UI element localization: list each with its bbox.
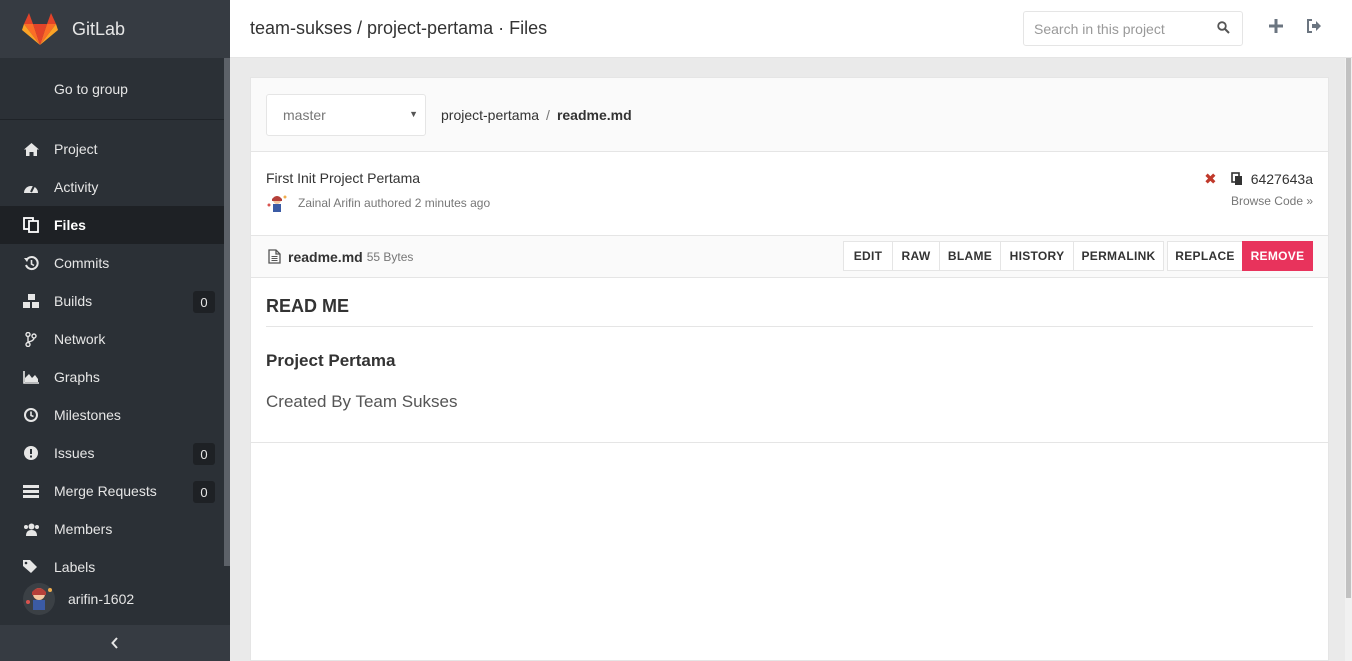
- tree-bar: master ▼ project-pertama / readme.md: [251, 78, 1328, 152]
- remove-button[interactable]: REMOVE: [1242, 241, 1313, 271]
- brand-name: GitLab: [72, 18, 126, 39]
- history-icon: [22, 254, 40, 272]
- search-input[interactable]: Search in this project: [1023, 11, 1243, 46]
- breadcrumb-file[interactable]: readme.md: [557, 107, 632, 123]
- top-header: team-sukses / project-pertama · Files Se…: [230, 0, 1352, 58]
- file-size: 55 Bytes: [366, 249, 414, 264]
- file-actions: EDIT RAW BLAME HISTORY PERMALINK REPLACE…: [843, 241, 1313, 271]
- builds-count-badge: 0: [193, 291, 215, 313]
- area-chart-icon: [22, 368, 40, 386]
- branch-select[interactable]: master ▼: [266, 93, 426, 136]
- sidebar-item-activity[interactable]: Activity: [0, 168, 230, 206]
- page-scrollbar-thumb[interactable]: [1346, 58, 1351, 598]
- browse-code-link[interactable]: Browse Code »: [1231, 194, 1313, 208]
- sidebar-item-network[interactable]: Network: [0, 320, 230, 358]
- sidebar-item-issues[interactable]: Issues 0: [0, 434, 230, 472]
- file-title-bar: readme.md 55 Bytes EDIT RAW BLAME HISTOR…: [251, 236, 1328, 278]
- breadcrumb-separator: /: [546, 106, 550, 123]
- username: arifin-1602: [68, 591, 135, 607]
- author-avatar[interactable]: [266, 192, 288, 214]
- sidebar-item-merge-requests[interactable]: Merge Requests 0: [0, 472, 230, 510]
- merge-requests-count-badge: 0: [193, 481, 215, 503]
- files-icon: [22, 216, 40, 234]
- sidebar-nav: Project Activity Files Commits Builds 0 …: [0, 120, 230, 586]
- sidebar-item-milestones[interactable]: Milestones: [0, 396, 230, 434]
- caret-down-icon: ▼: [409, 108, 418, 119]
- clipboard-icon[interactable]: [1230, 172, 1243, 186]
- users-icon: [22, 520, 40, 538]
- readme-paragraph: Created By Team Sukses: [266, 392, 458, 411]
- go-to-group-link[interactable]: Go to group: [0, 58, 230, 120]
- sidebar-item-members[interactable]: Members: [0, 510, 230, 548]
- clock-icon: [22, 406, 40, 424]
- list-icon: [22, 482, 40, 500]
- code-fork-icon: [22, 330, 40, 348]
- readme-heading: READ ME: [266, 296, 1313, 327]
- blame-button[interactable]: BLAME: [939, 241, 1001, 271]
- file-name: readme.md: [288, 248, 363, 265]
- build-failed-icon[interactable]: ✖: [1204, 170, 1217, 188]
- home-icon: [22, 140, 40, 158]
- issues-count-badge: 0: [193, 443, 215, 465]
- tags-icon: [22, 558, 40, 576]
- commit-message-link[interactable]: First Init Project Pertama: [266, 170, 1313, 186]
- sidebar-item-label: Activity: [54, 179, 99, 195]
- replace-button[interactable]: REPLACE: [1167, 241, 1243, 271]
- breadcrumb-project-link[interactable]: project-pertama: [441, 107, 539, 123]
- sidebar-item-label: Merge Requests: [54, 483, 157, 499]
- file-content: READ ME Project Pertama Created By Team …: [251, 278, 1328, 443]
- sidebar-item-label: Commits: [54, 255, 110, 271]
- file-text-icon: [268, 249, 281, 264]
- sidebar-item-label: Graphs: [54, 369, 100, 385]
- history-button[interactable]: HISTORY: [1000, 241, 1074, 271]
- sidebar-item-label: Project: [54, 141, 98, 157]
- current-user[interactable]: arifin-1602: [22, 582, 134, 616]
- commit-author-link[interactable]: Zainal Arifin: [298, 196, 361, 210]
- sidebar-item-labels[interactable]: Labels: [0, 548, 230, 586]
- last-commit: First Init Project Pertama Zainal Arifin…: [251, 152, 1328, 236]
- breadcrumb: project-pertama / readme.md: [441, 107, 632, 123]
- commit-authored-time: authored 2 minutes ago: [364, 196, 491, 210]
- sidebar-item-label: Labels: [54, 559, 96, 575]
- collapse-sidebar-button[interactable]: [0, 625, 230, 661]
- avatar: [23, 583, 55, 615]
- sidebar-item-commits[interactable]: Commits: [0, 244, 230, 282]
- sidebar-item-label: Issues: [54, 445, 95, 461]
- edit-button[interactable]: EDIT: [843, 241, 893, 271]
- chevron-left-icon: [111, 637, 118, 649]
- raw-button[interactable]: RAW: [892, 241, 940, 271]
- sidebar-item-label: Milestones: [54, 407, 121, 423]
- exclamation-circle-icon: [22, 444, 40, 462]
- commit-sha-area: ✖ 6427643a: [1204, 170, 1313, 188]
- search-icon: [1217, 21, 1230, 34]
- page-title: team-sukses / project-pertama · Files: [250, 18, 548, 38]
- sidebar-item-graphs[interactable]: Graphs: [0, 358, 230, 396]
- page-scrollbar[interactable]: [1345, 58, 1352, 661]
- cubes-icon: [22, 292, 40, 310]
- commit-meta: Zainal Arifin authored 2 minutes ago: [266, 192, 1313, 214]
- sidebar-item-files[interactable]: Files: [0, 206, 230, 244]
- dashboard-icon: [22, 178, 40, 196]
- sidebar-item-label: Network: [54, 331, 106, 347]
- sidebar: GitLab Go to group Project Activity File…: [0, 0, 230, 661]
- branch-value: master: [283, 106, 326, 123]
- sidebar-item-label: Files: [54, 217, 86, 233]
- search-placeholder: Search in this project: [1034, 20, 1165, 37]
- commit-sha-link[interactable]: 6427643a: [1251, 171, 1313, 187]
- sidebar-item-project[interactable]: Project: [0, 130, 230, 168]
- sidebar-scrollbar[interactable]: [224, 58, 230, 566]
- sidebar-item-label: Members: [54, 521, 113, 537]
- readme-subheading: Project Pertama: [266, 351, 396, 370]
- sign-out-icon[interactable]: [1306, 18, 1323, 34]
- sidebar-item-builds[interactable]: Builds 0: [0, 282, 230, 320]
- gitlab-logo-icon: [22, 13, 58, 45]
- permalink-button[interactable]: PERMALINK: [1073, 241, 1164, 271]
- brand-header[interactable]: GitLab: [0, 0, 230, 58]
- file-panel: master ▼ project-pertama / readme.md First…: [250, 77, 1329, 661]
- plus-icon[interactable]: [1268, 18, 1284, 34]
- sidebar-item-label: Builds: [54, 293, 93, 309]
